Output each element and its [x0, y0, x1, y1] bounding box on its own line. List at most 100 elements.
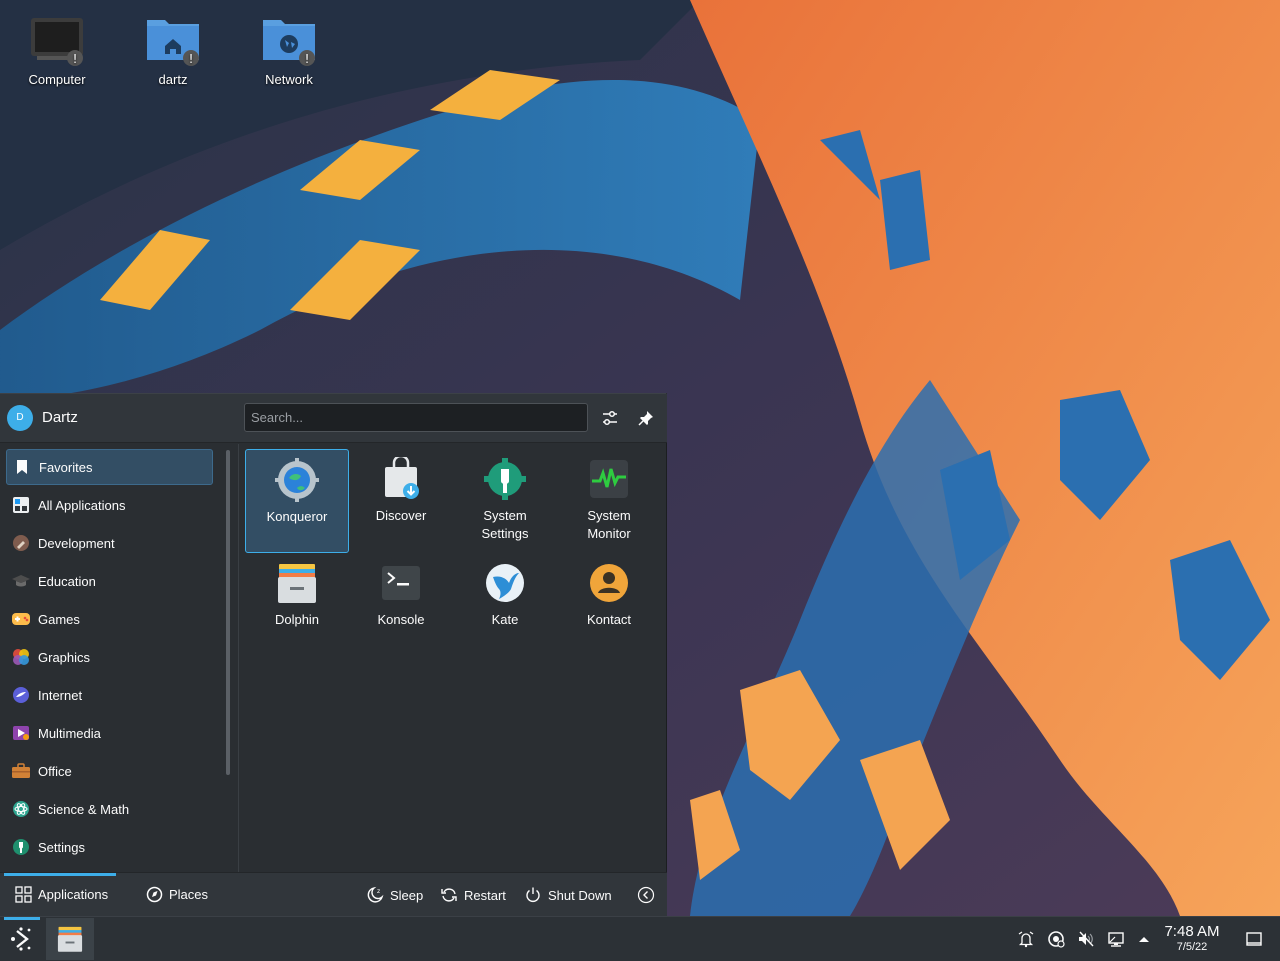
app-label: System — [587, 508, 631, 523]
bookmark-icon — [12, 457, 32, 477]
desktop-icon-label: dartz — [158, 72, 188, 87]
category-label: Internet — [38, 687, 83, 703]
gamepad-icon — [11, 609, 31, 629]
app-dolphin[interactable]: Dolphin — [245, 553, 349, 657]
svg-text:!: ! — [73, 52, 78, 66]
system-monitor-icon — [590, 460, 628, 498]
category-multimedia[interactable]: Multimedia — [6, 715, 213, 751]
category-list: Favorites All Applications Development E… — [0, 444, 220, 872]
tab-places-label: Places — [169, 887, 209, 902]
globe-icon — [11, 685, 31, 705]
tab-places[interactable]: Places — [146, 886, 208, 903]
category-label: All Applications — [38, 497, 126, 513]
category-development[interactable]: Development — [6, 525, 213, 561]
tray-updates[interactable] — [1046, 929, 1066, 949]
discover-icon — [385, 457, 419, 499]
user-name: Dartz — [42, 409, 78, 426]
briefcase-icon — [11, 761, 31, 781]
category-office[interactable]: Office — [6, 753, 213, 789]
computer-icon: ! — [31, 18, 83, 66]
alarm-bell-icon — [1018, 931, 1034, 948]
category-label: Favorites — [39, 459, 93, 475]
category-favorites[interactable]: Favorites — [6, 449, 213, 485]
category-label: Education — [38, 573, 96, 589]
application-launcher-button[interactable] — [0, 917, 44, 961]
category-settings[interactable]: Settings — [6, 829, 213, 865]
hammer-icon — [11, 533, 31, 553]
palette-icon — [11, 647, 31, 667]
network-folder-icon: ! — [263, 20, 315, 66]
home-folder-icon: ! — [147, 20, 199, 66]
tray-expand-button[interactable] — [1134, 929, 1154, 949]
desktop-icon-network[interactable]: ! Network — [241, 12, 337, 87]
sleep-button[interactable]: z Sleep — [366, 886, 423, 904]
graduation-cap-icon — [11, 571, 31, 591]
app-system-monitor[interactable]: System Monitor — [557, 449, 661, 553]
category-graphics[interactable]: Graphics — [6, 639, 213, 675]
show-desktop-button[interactable] — [1244, 929, 1264, 949]
app-label-line2: Settings — [481, 526, 529, 541]
tray-network[interactable] — [1106, 929, 1126, 949]
desktop-icon-home[interactable]: ! dartz — [125, 12, 221, 87]
contact-icon — [590, 564, 628, 602]
kde-logo-icon — [11, 927, 31, 951]
category-label: Multimedia — [38, 725, 101, 741]
tray-volume[interactable] — [1076, 929, 1096, 949]
volume-muted-icon — [1079, 931, 1094, 947]
app-label: Kate — [491, 612, 519, 627]
app-label: Dolphin — [274, 612, 320, 627]
restart-button[interactable]: Restart — [440, 886, 506, 904]
category-games[interactable]: Games — [6, 601, 213, 637]
configure-button[interactable] — [598, 406, 622, 430]
category-internet[interactable]: Internet — [6, 677, 213, 713]
category-label: Development — [38, 535, 115, 551]
category-label: Games — [38, 611, 80, 627]
svg-text:!: ! — [189, 52, 194, 66]
media-icon — [11, 723, 31, 743]
category-label: Office — [38, 763, 72, 779]
terminal-icon — [382, 566, 420, 600]
app-konsole[interactable]: Konsole — [349, 553, 453, 657]
app-discover[interactable]: Discover — [349, 449, 453, 553]
active-tab-indicator — [4, 873, 116, 876]
clock-time: 7:48 AM — [1164, 923, 1220, 940]
konqueror-icon — [275, 458, 319, 502]
category-label: Graphics — [38, 649, 91, 665]
svg-text:z: z — [377, 888, 380, 895]
divider — [238, 444, 239, 872]
app-konqueror[interactable]: Konqueror — [245, 449, 349, 553]
tab-applications[interactable]: Applications — [15, 886, 108, 903]
favorites-grid: Konqueror Discover System Settings Syste… — [240, 444, 665, 872]
more-power-options-button[interactable] — [637, 886, 661, 904]
pin-icon — [638, 411, 653, 426]
pin-button[interactable] — [634, 406, 658, 430]
user-avatar[interactable]: D — [7, 405, 33, 431]
sleep-label: Sleep — [390, 887, 424, 903]
app-label: Konsole — [377, 612, 425, 627]
app-label: Kontact — [586, 612, 632, 627]
taskbar-dolphin[interactable] — [46, 918, 94, 960]
tray-notifications[interactable] — [1016, 929, 1036, 949]
shutdown-button[interactable]: Shut Down — [524, 886, 612, 904]
dolphin-icon — [278, 564, 316, 603]
search-input[interactable] — [244, 403, 588, 432]
category-label: Science & Math — [38, 801, 130, 817]
chevron-left-icon — [637, 886, 655, 904]
restart-icon — [441, 888, 457, 902]
desktop-icon-label: Computer — [28, 72, 86, 87]
launcher-footer: Applications Places z Sleep Restart Shut… — [0, 872, 667, 918]
category-science-math[interactable]: Science & Math — [6, 791, 213, 827]
chevron-up-icon — [1139, 937, 1149, 942]
app-kontact[interactable]: Kontact — [557, 553, 661, 657]
app-kate[interactable]: Kate — [453, 553, 557, 657]
clock-date: 7/5/22 — [1176, 941, 1208, 953]
app-system-settings[interactable]: System Settings — [453, 449, 557, 553]
app-label: System — [483, 508, 527, 523]
category-scrollbar[interactable] — [226, 450, 230, 775]
desktop-icon-computer[interactable]: ! Computer — [9, 12, 105, 87]
shutdown-label: Shut Down — [548, 887, 612, 903]
tab-applications-label: Applications — [38, 887, 109, 902]
app-label: Konqueror — [266, 509, 328, 524]
category-education[interactable]: Education — [6, 563, 213, 599]
category-all-applications[interactable]: All Applications — [6, 487, 213, 523]
